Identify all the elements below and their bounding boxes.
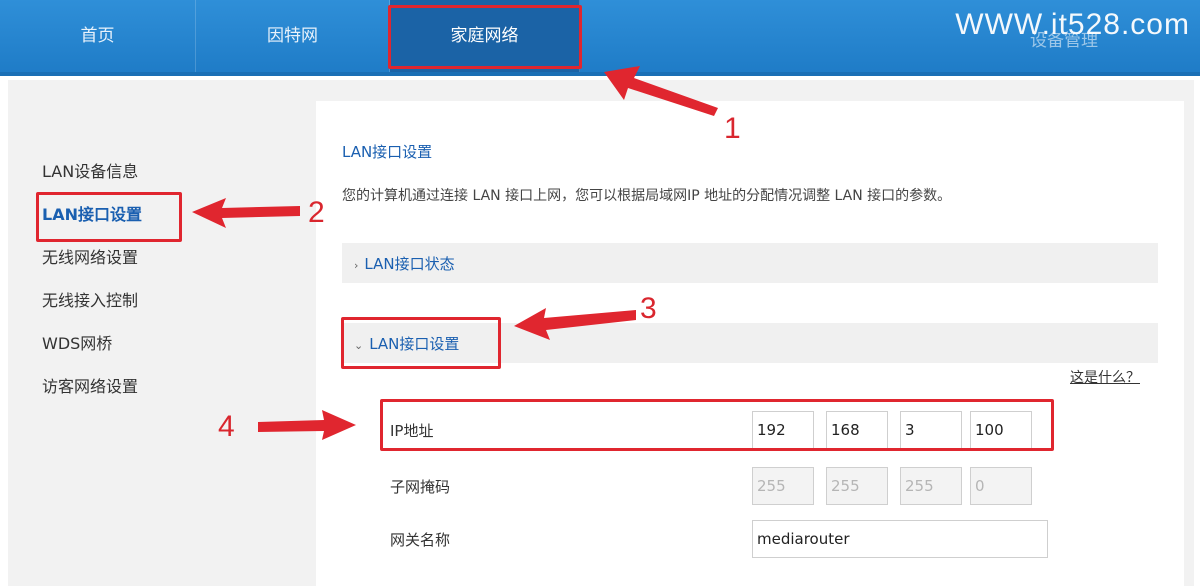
gateway-name-row: 网关名称 mediarouter (390, 520, 1070, 558)
ip-address-label: IP地址 (390, 422, 434, 440)
sidebar-item-wds-bridge[interactable]: WDS网桥 (30, 322, 200, 365)
annotation-number-4: 4 (218, 410, 235, 443)
gateway-name-label: 网关名称 (390, 531, 451, 549)
tab-internet[interactable]: 因特网 (196, 0, 390, 72)
lan-settings-header: ⌄ LAN接口设置 (354, 335, 460, 353)
annotation-number-3: 3 (640, 292, 657, 325)
sidebar-item-guest-network[interactable]: 访客网络设置 (30, 365, 200, 408)
ip-octet-4[interactable]: 100 (970, 411, 1032, 449)
page-title: LAN接口设置 (342, 143, 433, 161)
mask-octet-4: 0 (970, 467, 1032, 505)
tab-home[interactable]: 首页 (0, 0, 196, 72)
chevron-right-icon: › (354, 259, 359, 272)
sidebar-item-wireless-settings[interactable]: 无线网络设置 (30, 236, 200, 279)
subnet-mask-row: 子网掩码 255 255 255 0 (390, 467, 1070, 505)
mask-octet-3: 255 (900, 467, 962, 505)
help-link[interactable]: 这是什么？ (1070, 367, 1140, 387)
annotation-number-2: 2 (308, 196, 325, 229)
watermark-text: WWW.it528.com (955, 8, 1190, 41)
lan-status-section[interactable]: › LAN接口状态 (342, 243, 1158, 283)
annotation-number-1: 1 (724, 112, 741, 145)
ip-octet-2[interactable]: 168 (826, 411, 888, 449)
top-nav: 首页 因特网 家庭网络 设备管理 WWW.it528.com (0, 0, 1200, 76)
mask-octet-2: 255 (826, 467, 888, 505)
ip-octet-1[interactable]: 192 (752, 411, 814, 449)
mask-octet-1: 255 (752, 467, 814, 505)
main-panel: LAN接口设置 您的计算机通过连接 LAN 接口上网，您可以根据局域网IP 地址… (316, 101, 1184, 586)
chevron-down-icon: ⌄ (354, 339, 364, 352)
ip-octet-3[interactable]: 3 (900, 411, 962, 449)
lan-status-header: › LAN接口状态 (354, 255, 455, 273)
tab-home-network[interactable]: 家庭网络 (390, 0, 580, 72)
sidebar-item-lan-device-info[interactable]: LAN设备信息 (30, 150, 200, 193)
sidebar-item-wireless-access-control[interactable]: 无线接入控制 (30, 279, 200, 322)
gateway-name-input[interactable]: mediarouter (752, 520, 1048, 558)
ip-address-row: IP地址 192 168 3 100 (390, 411, 1070, 449)
sidebar: LAN设备信息 LAN接口设置 无线网络设置 无线接入控制 WDS网桥 访客网络… (30, 150, 200, 408)
lan-settings-section[interactable]: ⌄ LAN接口设置 (342, 323, 1158, 363)
subnet-mask-label: 子网掩码 (390, 478, 451, 496)
sidebar-item-lan-interface-settings[interactable]: LAN接口设置 (30, 193, 200, 236)
page-description: 您的计算机通过连接 LAN 接口上网，您可以根据局域网IP 地址的分配情况调整 … (342, 188, 952, 204)
